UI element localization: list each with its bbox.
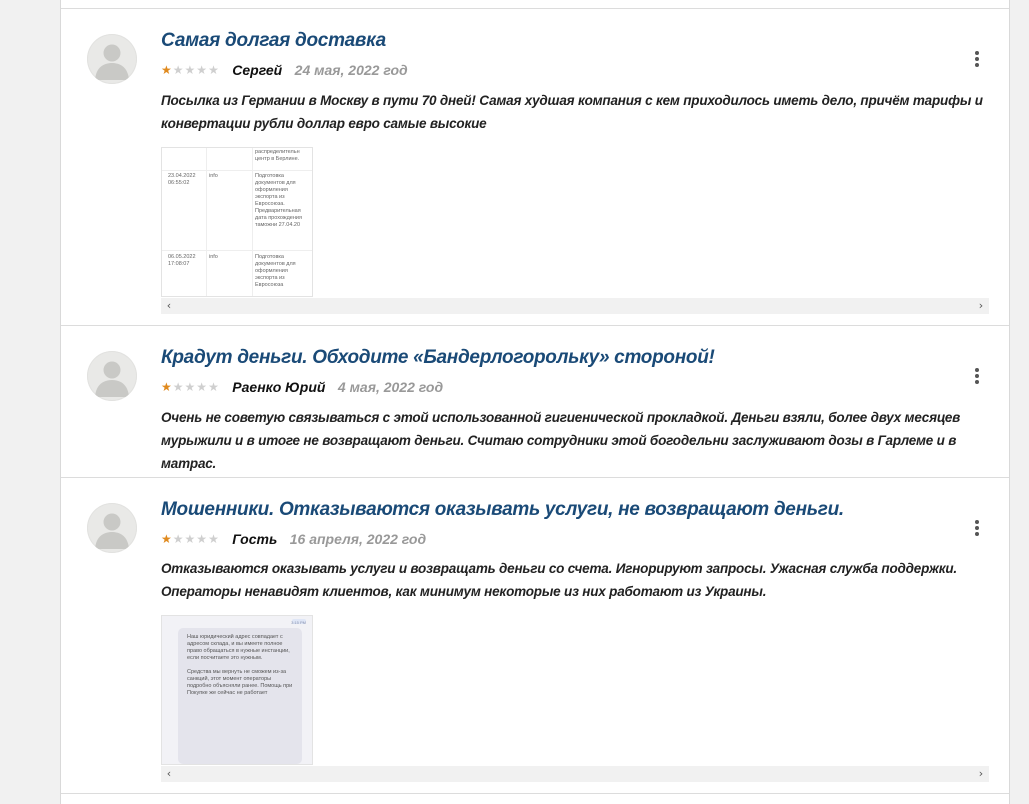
star-icon: ★ (196, 379, 209, 394)
chat-time: 3:15 PM (291, 620, 306, 625)
attachment-thumbnail[interactable]: 3:15 PM Наш юридический адрес совпадает … (161, 615, 313, 765)
rating-stars: ★★★★★ (161, 532, 220, 546)
chat-message: Наш юридический адрес совпадает с адресо… (187, 634, 293, 696)
scroll-left-icon[interactable]: ‹ (161, 766, 177, 782)
table-cell: 23.04.2022 06:55:02 (168, 173, 196, 186)
divider (61, 793, 1009, 794)
star-icon: ★ (161, 62, 173, 77)
review-author: Раенко Юрий (232, 378, 326, 395)
rating-stars: ★★★★★ (161, 63, 220, 77)
star-icon: ★ (161, 531, 173, 546)
review-title[interactable]: Самая долгая доставка (161, 30, 386, 52)
scroll-left-icon[interactable]: ‹ (161, 298, 177, 314)
review-meta: ★★★★★ Гость 16 апреля, 2022 год (161, 530, 426, 548)
table-cell: распределительн центр в Берлине. (255, 149, 300, 162)
review-meta: ★★★★★ Раенко Юрий 4 мая, 2022 год (161, 378, 443, 396)
review-date: 24 мая, 2022 год (294, 61, 408, 78)
review-date: 4 мая, 2022 год (337, 378, 444, 395)
star-icon: ★ (184, 379, 197, 394)
star-icon: ★ (161, 379, 173, 394)
review-text: Отказываются оказывать услуги и возвраща… (161, 561, 957, 599)
review-author: Сергей (232, 61, 283, 78)
star-icon: ★ (208, 531, 220, 546)
star-icon: ★ (184, 531, 197, 546)
review-title[interactable]: Мошенники. Отказываются оказывать услуги… (161, 499, 844, 521)
review-date: 16 апреля, 2022 год (289, 530, 427, 547)
star-icon: ★ (172, 379, 185, 394)
attachment-thumbnail[interactable]: распределительн центр в Берлине. 23.04.2… (161, 147, 313, 297)
star-icon: ★ (196, 62, 209, 77)
star-icon: ★ (184, 62, 197, 77)
tracking-table-image: распределительн центр в Берлине. 23.04.2… (162, 148, 312, 296)
star-icon: ★ (172, 531, 185, 546)
table-cell: Подготовка документов для оформления экс… (255, 254, 296, 288)
avatar (87, 351, 137, 401)
attachment-gallery: распределительн центр в Берлине. 23.04.2… (161, 147, 989, 317)
review-title[interactable]: Крадут деньги. Обходите «Бандерлогорольк… (161, 347, 715, 369)
more-vertical-icon[interactable] (972, 520, 982, 538)
more-vertical-icon[interactable] (972, 368, 982, 386)
gallery-scrollbar[interactable]: ‹ › (161, 766, 989, 782)
chat-bubble: Наш юридический адрес совпадает с адресо… (178, 628, 302, 764)
scroll-right-icon[interactable]: › (973, 766, 989, 782)
review-meta: ★★★★★ Сергей 24 мая, 2022 год (161, 61, 408, 79)
divider (61, 325, 1009, 326)
user-placeholder-icon (95, 44, 129, 80)
user-placeholder-icon (95, 361, 129, 397)
attachment-gallery: 3:15 PM Наш юридический адрес совпадает … (161, 615, 989, 785)
avatar (87, 503, 137, 553)
avatar (87, 34, 137, 84)
divider (61, 8, 1009, 9)
more-vertical-icon[interactable] (972, 51, 982, 69)
star-icon: ★ (172, 62, 185, 77)
review-text: Очень не советую связываться с этой испо… (161, 410, 961, 471)
review-author: Гость (232, 530, 278, 547)
star-icon: ★ (208, 62, 220, 77)
table-cell: info (209, 173, 218, 179)
gallery-scrollbar[interactable]: ‹ › (161, 298, 989, 314)
table-cell: Подготовка документов для оформления экс… (255, 173, 302, 228)
divider (61, 477, 1009, 478)
chat-screenshot-image: 3:15 PM Наш юридический адрес совпадает … (162, 616, 312, 764)
star-icon: ★ (196, 531, 209, 546)
user-placeholder-icon (95, 513, 129, 549)
scroll-right-icon[interactable]: › (973, 298, 989, 314)
table-cell: info (209, 254, 218, 260)
review-text: Посылка из Германии в Москву в пути 70 д… (161, 93, 983, 131)
reviews-panel: Самая долгая доставка ★★★★★ Сергей 24 ма… (60, 0, 1010, 804)
star-icon: ★ (208, 379, 220, 394)
table-cell: 06.05.2022 17:08:07 (168, 254, 196, 267)
rating-stars: ★★★★★ (161, 380, 220, 394)
